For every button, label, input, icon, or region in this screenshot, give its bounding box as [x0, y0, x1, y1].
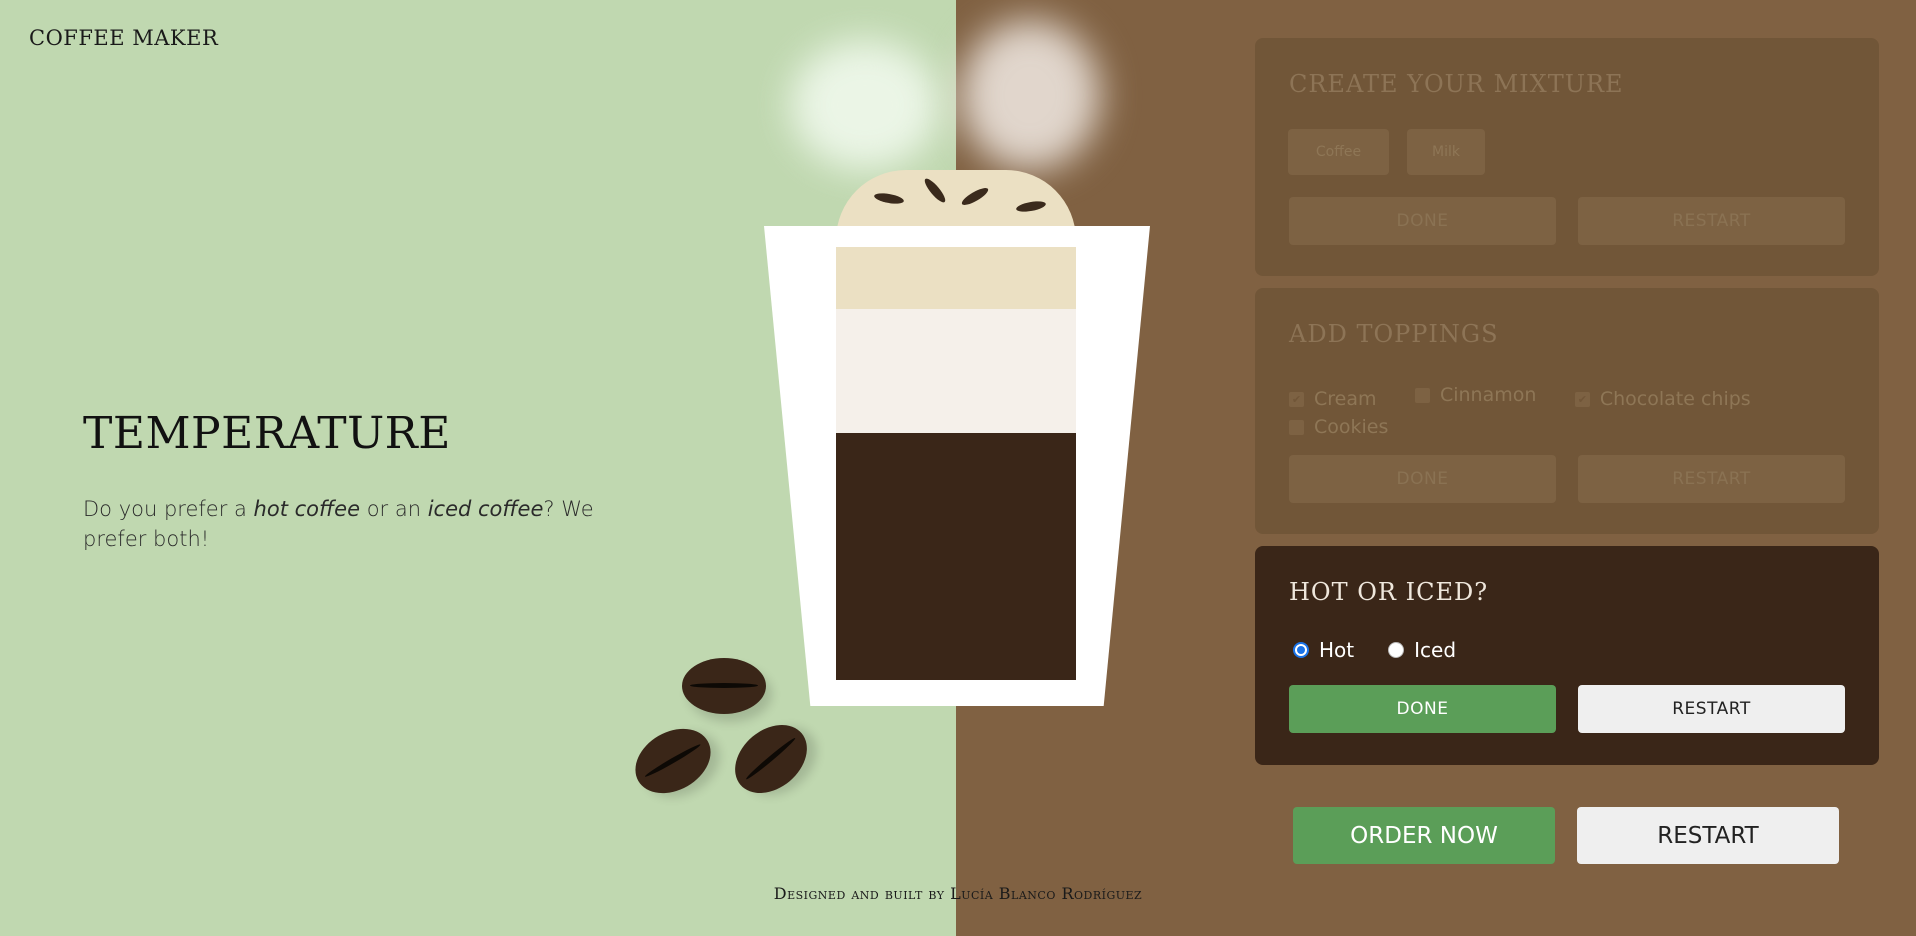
coffee-bean-icon [682, 658, 766, 714]
step-desc-text-2: or an [360, 497, 428, 521]
mixture-panel: CREATE YOUR MIXTURE Coffee Milk DONE RES… [1255, 38, 1879, 276]
chip-coffee[interactable]: Coffee [1288, 129, 1389, 175]
chocolate-chip-1 [873, 191, 905, 206]
mixture-restart-button[interactable]: RESTART [1578, 197, 1845, 245]
step-description: Do you prefer a hot coffee or an iced co… [83, 494, 643, 554]
chip-milk[interactable]: Milk [1407, 129, 1485, 175]
toppings-done-button[interactable]: DONE [1289, 455, 1556, 503]
restart-all-button[interactable]: RESTART [1577, 807, 1839, 864]
cup-layer-milk [836, 309, 1076, 433]
checkbox-checked-icon[interactable]: ✔ [1289, 391, 1304, 407]
toppings-restart-button[interactable]: RESTART [1578, 455, 1845, 503]
checkbox-icon[interactable] [1414, 387, 1430, 403]
mixture-panel-title: CREATE YOUR MIXTURE [1289, 70, 1624, 98]
checkbox-checked-icon[interactable]: ✔ [1574, 391, 1590, 407]
chocolate-chip-2 [921, 176, 949, 205]
toppings-panel-title: ADD TOPPINGS [1289, 320, 1499, 348]
mixture-done-button[interactable]: DONE [1289, 197, 1556, 245]
radio-hot-label: Hot [1319, 638, 1355, 662]
cup-layer-coffee [836, 433, 1076, 680]
temperature-done-button[interactable]: DONE [1289, 685, 1556, 733]
radio-iced-label: Iced [1414, 638, 1457, 662]
radio-selected-icon[interactable] [1293, 642, 1309, 658]
step-title: TEMPERATURE [83, 408, 451, 459]
chocolate-chip-3 [959, 185, 991, 208]
topping-chocolate-chips-label: Chocolate chips [1599, 388, 1751, 410]
temperature-panel: HOT OR ICED? Hot Iced DONE RESTART [1255, 546, 1879, 765]
order-actions: ORDER NOW RESTART [1293, 807, 1839, 864]
step-desc-hot: hot coffee [253, 497, 361, 521]
topping-cinnamon-label: Cinnamon [1439, 384, 1537, 406]
order-now-button[interactable]: ORDER NOW [1293, 807, 1555, 864]
radio-hot[interactable]: Hot [1293, 638, 1354, 662]
step-desc-iced: iced coffee [427, 497, 544, 521]
temperature-panel-title: HOT OR ICED? [1289, 578, 1489, 606]
brand-logo[interactable]: COFFEE MAKER [29, 26, 218, 50]
radio-iced[interactable]: Iced [1388, 638, 1456, 662]
toppings-panel: ADD TOPPINGS ✔ Cream Cinnamon ✔ Chocolate … [1255, 288, 1879, 534]
radio-icon[interactable] [1388, 642, 1405, 658]
topping-cookies-label: Cookies [1314, 416, 1389, 438]
toppings-checkbox-group: ✔ Cream Cinnamon ✔ Chocolate chips Cookies [1289, 384, 1849, 444]
topping-chocolate-chips[interactable]: ✔ Chocolate chips [1574, 388, 1751, 410]
steam-left [790, 40, 940, 170]
checkbox-icon[interactable] [1289, 419, 1304, 435]
steam-right [960, 20, 1100, 170]
coffee-cup-illustration [764, 170, 1150, 710]
cup-layer-foam [836, 247, 1076, 309]
topping-cookies[interactable]: Cookies [1289, 416, 1388, 438]
temperature-restart-button[interactable]: RESTART [1578, 685, 1845, 733]
topping-cream[interactable]: ✔ Cream [1289, 388, 1377, 410]
topping-cream-label: Cream [1314, 388, 1377, 410]
temperature-radio-group: Hot Iced [1293, 638, 1490, 662]
chocolate-chip-4 [1015, 199, 1047, 214]
topping-cinnamon[interactable]: Cinnamon [1414, 384, 1537, 406]
step-desc-text-1: Do you prefer a [83, 497, 254, 521]
footer-credit: Designed and built by Lucía Blanco Rodrí… [773, 884, 1143, 903]
